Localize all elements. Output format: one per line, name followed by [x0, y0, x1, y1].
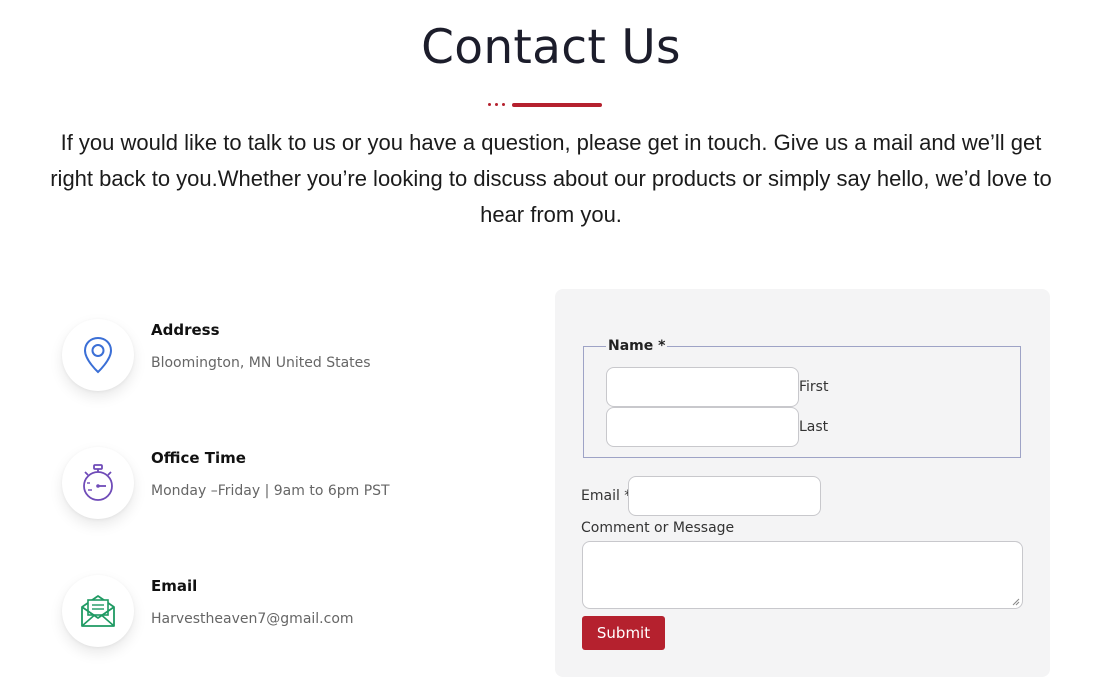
page-title: Contact Us [421, 20, 681, 75]
address-value: Bloomington, MN United States [151, 355, 371, 371]
message-textarea[interactable] [582, 541, 1023, 609]
map-pin-icon [62, 319, 134, 391]
last-name-input[interactable] [606, 407, 799, 447]
office-time-value: Monday –Friday | 9am to 6pm PST [151, 483, 390, 499]
office-time-label: Office Time [151, 449, 246, 467]
message-field-label: Comment or Message [581, 520, 735, 536]
office-time-block: Office Time Monday –Friday | 9am to 6pm … [62, 447, 482, 521]
title-divider [488, 103, 608, 107]
email-field-label: Email * [581, 488, 632, 504]
intro-text: If you would like to talk to us or you h… [50, 130, 1052, 227]
address-label: Address [151, 321, 220, 339]
address-block: Address Bloomington, MN United States [62, 319, 482, 393]
email-block: Email Harvestheaven7@gmail.com [62, 575, 482, 649]
last-name-label: Last [799, 419, 829, 435]
first-name-label: First [799, 379, 829, 395]
envelope-icon [62, 575, 134, 647]
name-legend: Name * [608, 338, 666, 354]
submit-button[interactable]: Submit [582, 616, 665, 650]
email-value: Harvestheaven7@gmail.com [151, 611, 354, 627]
email-field[interactable] [628, 476, 821, 516]
stopwatch-icon [62, 447, 134, 519]
first-name-input[interactable] [606, 367, 799, 407]
resize-handle-icon[interactable] [1012, 598, 1020, 606]
contact-form: Name * First Last Email * Comment or Mes… [555, 289, 1050, 677]
email-label: Email [151, 577, 198, 595]
